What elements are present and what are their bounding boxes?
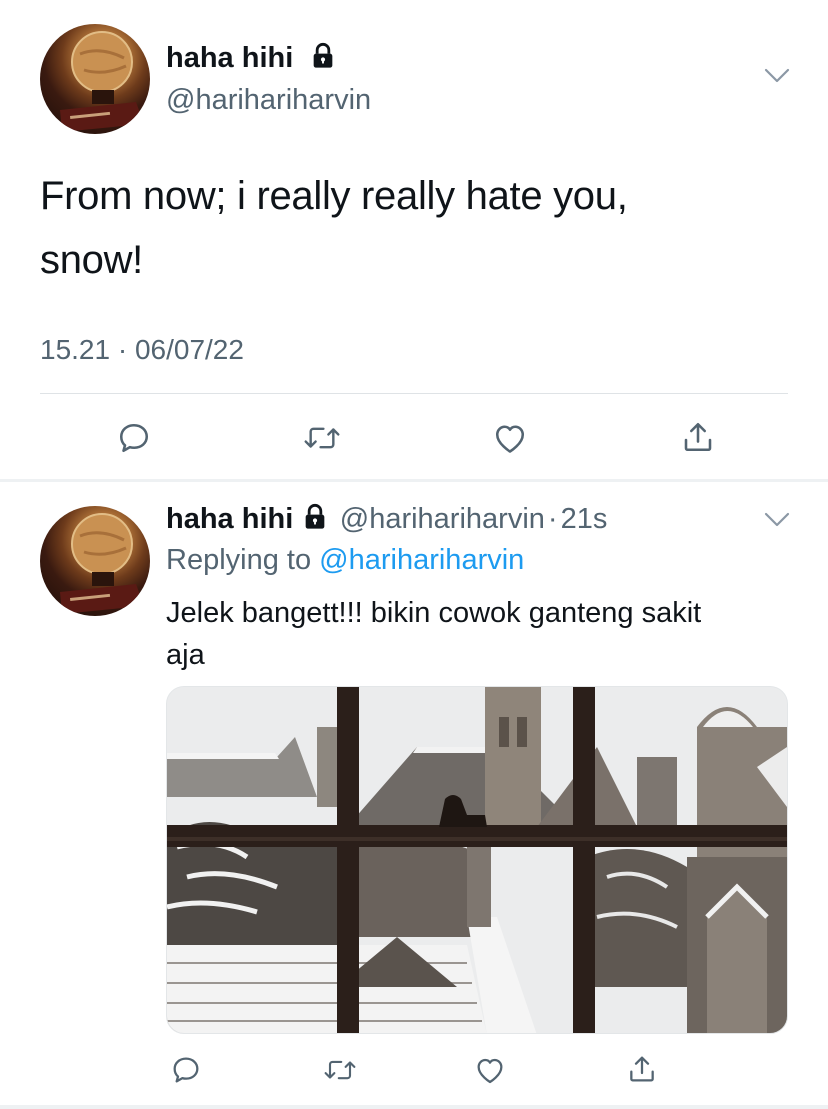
lock-icon [309, 42, 337, 78]
tweet-text-line: Jelek bangett!!! bikin cowok ganteng sak… [166, 597, 702, 629]
display-name[interactable]: haha hihi [166, 42, 337, 78]
avatar[interactable] [40, 506, 150, 616]
display-name[interactable]: haha hihi [166, 503, 293, 535]
lock-icon [301, 503, 329, 536]
tweet-text: From now; i really really hate you, snow… [40, 164, 628, 292]
like-icon[interactable] [470, 1050, 510, 1090]
globe-avatar-image [60, 513, 144, 614]
share-icon[interactable] [676, 416, 720, 458]
retweet-icon[interactable] [318, 1050, 362, 1090]
reply-header: haha hihi @harihariharvin · 21s [166, 503, 607, 536]
chevron-down-icon[interactable] [763, 66, 791, 91]
avatar[interactable] [40, 24, 150, 134]
tweet-text-line: snow! [40, 238, 143, 282]
share-icon[interactable] [622, 1048, 662, 1090]
separator-dot: · [547, 503, 558, 535]
tweet-text: Jelek bangett!!! bikin cowok ganteng sak… [166, 592, 701, 676]
chevron-down-icon[interactable] [763, 510, 791, 535]
tweet-text-line: From now; i really really hate you, [40, 174, 628, 218]
display-name-text: haha hihi [166, 42, 294, 74]
reply-icon[interactable] [166, 1050, 206, 1090]
reply-icon[interactable] [112, 418, 156, 458]
section-divider [0, 479, 828, 482]
tweet-text-line: aja [166, 639, 205, 671]
replying-to: Replying to @harihariharvin [166, 544, 524, 577]
section-divider [0, 1105, 828, 1109]
retweet-icon[interactable] [298, 418, 346, 458]
like-icon[interactable] [488, 418, 532, 458]
handle[interactable]: @harihariharvin [340, 503, 545, 535]
tweet-age[interactable]: 21s [561, 503, 608, 535]
replying-to-link[interactable]: @harihariharvin [319, 544, 524, 576]
handle[interactable]: @harihariharvin [166, 84, 371, 117]
divider [40, 393, 788, 394]
globe-avatar-image [60, 31, 144, 132]
timestamp[interactable]: 15.21 · 06/07/22 [40, 334, 244, 366]
tweet-image[interactable] [166, 686, 788, 1034]
snowy-window-photo [167, 687, 787, 1033]
replying-to-label: Replying to [166, 544, 312, 576]
